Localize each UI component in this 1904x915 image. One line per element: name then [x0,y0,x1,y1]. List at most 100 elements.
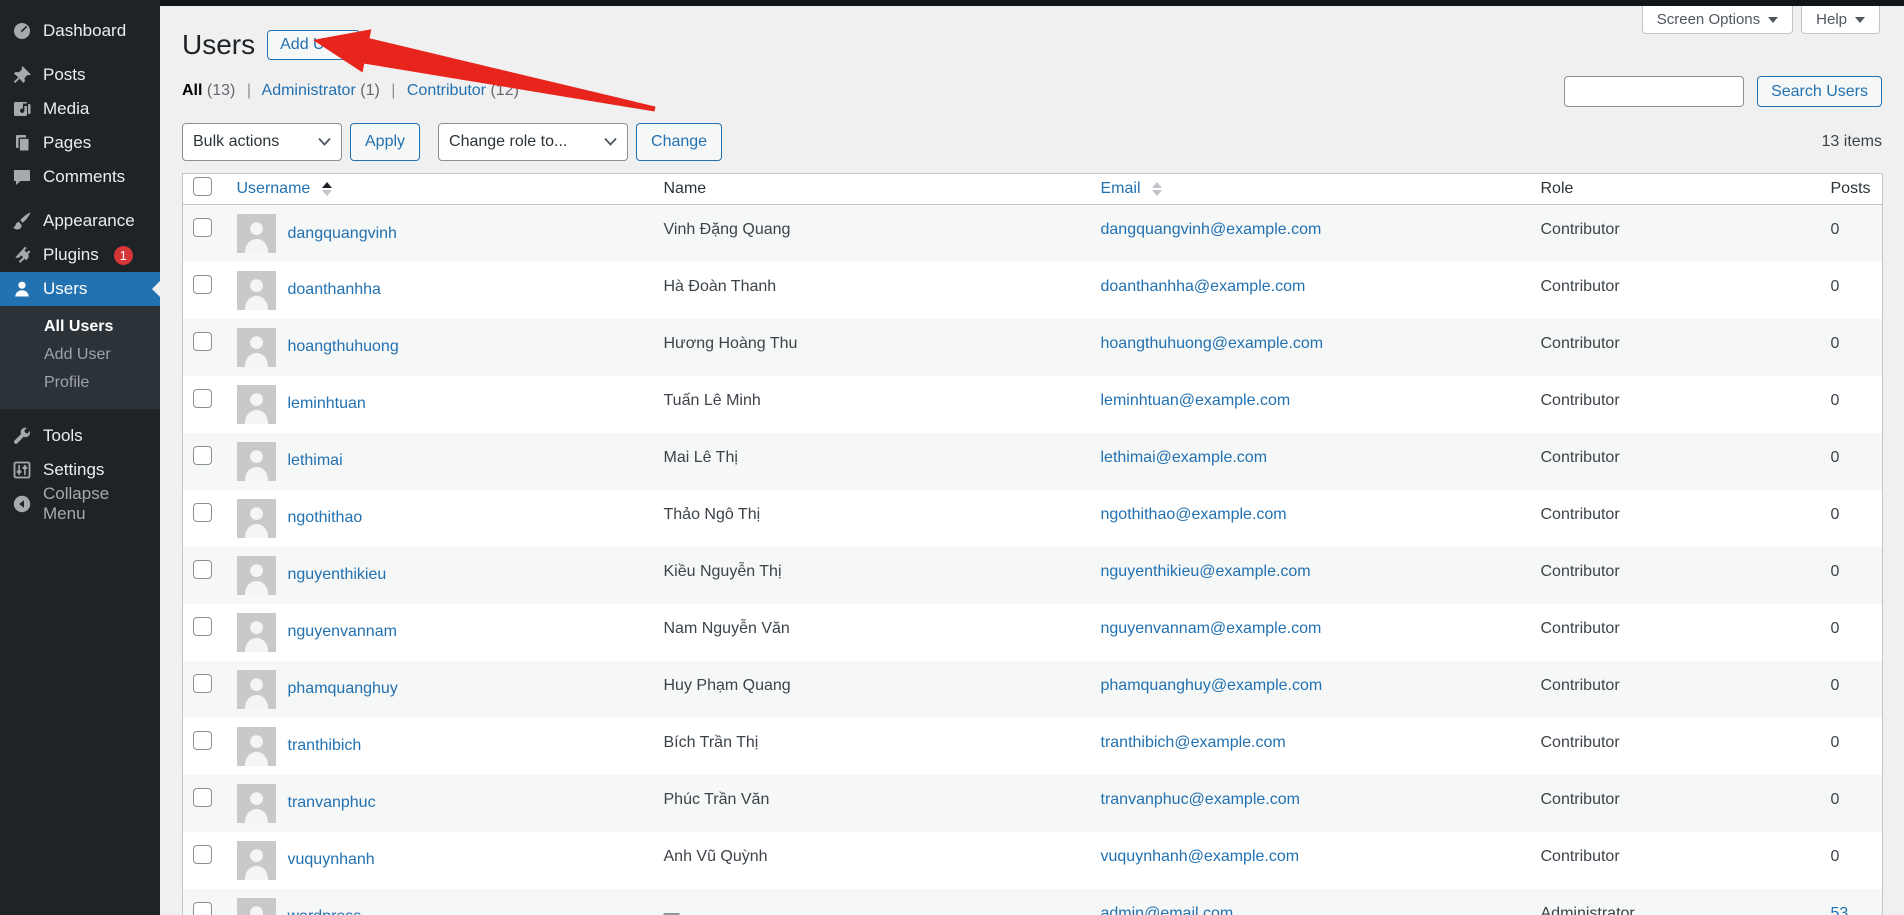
posts-count: 0 [1830,391,1840,409]
username-link[interactable]: lethimai [288,452,343,470]
user-role: Contributor [1530,204,1821,262]
username-link[interactable]: nguyenvannam [288,623,397,641]
avatar [236,612,276,652]
change-button[interactable]: Change [636,123,723,161]
change-role-select[interactable]: Change role to... [438,123,629,161]
users-submenu: All Users Add User Profile [0,306,160,409]
search-users-form: Search Users [1564,76,1882,107]
username-link[interactable]: wordpress [288,908,362,915]
sidebar-item-tools[interactable]: Tools [0,419,160,453]
row-checkbox[interactable] [193,844,212,864]
filter-contributor-link[interactable]: Contributor [407,82,486,99]
user-name: Hương Hoàng Thu [653,318,1091,376]
sidebar-item-media[interactable]: Media [0,92,160,126]
submenu-item-all-users[interactable]: All Users [0,313,160,341]
username-link[interactable]: doanthanhha [288,281,381,299]
row-checkbox[interactable] [193,218,212,237]
posts-count[interactable]: 53 [1820,888,1883,915]
sidebar-item-dashboard[interactable]: Dashboard [0,14,160,48]
avatar [236,840,276,880]
sidebar-item-plugins[interactable]: Plugins 1 [0,238,160,272]
sidebar-item-pages[interactable]: Pages [0,126,160,160]
row-checkbox[interactable] [193,730,212,750]
username-link[interactable]: hoangthuhuong [288,338,399,356]
help-button[interactable]: Help [1801,6,1880,34]
row-checkbox[interactable] [193,445,212,465]
user-name: Nam Nguyễn Văn [663,619,790,637]
filter-all-count: (13) [206,82,236,99]
table-row: dangquangvinh Vinh Đặng Quang dangquangv… [182,204,1883,262]
username-link[interactable]: nguyenthikieu [288,566,387,584]
username-link[interactable]: phamquanghuy [288,680,398,698]
row-checkbox[interactable] [193,559,212,579]
sidebar-item-posts[interactable]: Posts [0,58,160,92]
username-link[interactable]: leminhtuan [288,395,366,413]
name-column-header: Name [653,173,1091,205]
email-link[interactable]: tranthibich@example.com [1101,734,1286,751]
email-link[interactable]: phamquanghuy@example.com [1101,677,1323,694]
screen-options-button[interactable]: Screen Options [1641,6,1794,34]
submenu-item-profile[interactable]: Profile [0,369,160,397]
user-name: — [653,888,1091,915]
sidebar-item-label: Users [43,279,88,298]
bulk-actions-select[interactable]: Bulk actions [182,123,342,161]
row-checkbox[interactable] [193,331,212,351]
row-checkbox[interactable] [193,787,212,807]
table-row: doanthanhha Hà Đoàn Thanh doanthanhha@ex… [183,262,1883,319]
email-column-header[interactable]: Email [1090,173,1531,205]
sidebar-item-appearance[interactable]: Appearance [0,204,160,238]
submenu-item-add-user[interactable]: Add User [0,341,160,369]
posts-count: 0 [1820,546,1883,604]
sidebar-item-comments[interactable]: Comments [0,160,160,194]
avatar [236,897,276,915]
user-name: Huy Phạm Quang [653,660,1091,718]
email-link[interactable]: doanthanhha@example.com [1101,278,1306,295]
add-user-button[interactable]: Add User [267,30,360,60]
views-row: All (13) | Administrator (1) | Contribut… [182,76,1882,107]
email-link[interactable]: vuquynhanh@example.com [1101,848,1300,865]
email-link[interactable]: nguyenthikieu@example.com [1101,563,1311,580]
user-role: Contributor [1530,774,1821,832]
email-link[interactable]: leminhtuan@example.com [1101,392,1291,409]
row-checkbox[interactable] [193,673,212,693]
posts-count: 0 [1830,847,1840,865]
username-column-header[interactable]: Username [226,173,654,205]
row-checkbox[interactable] [193,616,212,636]
email-link[interactable]: ngothithao@example.com [1101,506,1287,523]
sidebar-item-label: Tools [43,426,83,445]
sidebar-item-collapse-menu[interactable]: Collapse Menu [0,484,160,523]
sidebar-item-label: Collapse Menu [43,484,110,523]
username-link[interactable]: vuquynhanh [288,851,375,869]
filter-administrator-link[interactable]: Administrator [262,82,356,99]
user-role: Contributor [1540,847,1620,865]
username-link[interactable]: ngothithao [288,509,363,527]
filter-all-link[interactable]: All [182,82,202,99]
table-row: vuquynhanh Anh Vũ Quỳnh vuquynhanh@examp… [183,832,1883,889]
email-link[interactable]: nguyenvannam@example.com [1101,620,1322,637]
username-link[interactable]: dangquangvinh [288,225,397,243]
email-link[interactable]: admin@email.com [1101,905,1234,915]
chevron-down-icon [1855,16,1865,23]
search-users-input[interactable] [1564,76,1745,107]
email-link[interactable]: dangquangvinh@example.com [1101,221,1322,238]
sidebar-item-users[interactable]: Users [0,272,160,306]
user-name: Thảo Ngô Thị [663,505,761,523]
row-checkbox[interactable] [193,502,212,522]
sidebar-item-settings[interactable]: Settings [0,453,160,487]
media-icon [12,99,32,119]
row-checkbox[interactable] [193,388,212,408]
bulk-actions-row: Bulk actions Apply Change role to... Cha… [182,123,1882,161]
select-all-checkbox[interactable] [193,176,212,196]
email-link[interactable]: lethimai@example.com [1101,449,1268,466]
username-link[interactable]: tranvanphuc [288,794,376,812]
user-role: Administrator [1530,888,1821,915]
search-users-button[interactable]: Search Users [1757,76,1882,107]
email-link[interactable]: hoangthuhuong@example.com [1101,335,1324,352]
apply-button[interactable]: Apply [350,123,421,161]
user-role: Contributor [1540,277,1620,295]
row-checkbox[interactable] [193,274,212,294]
email-link[interactable]: tranvanphuc@example.com [1101,791,1300,808]
username-link[interactable]: tranthibich [288,737,362,755]
table-row: nguyenvannam Nam Nguyễn Văn nguyenvannam… [183,604,1883,661]
row-checkbox[interactable] [193,901,212,915]
